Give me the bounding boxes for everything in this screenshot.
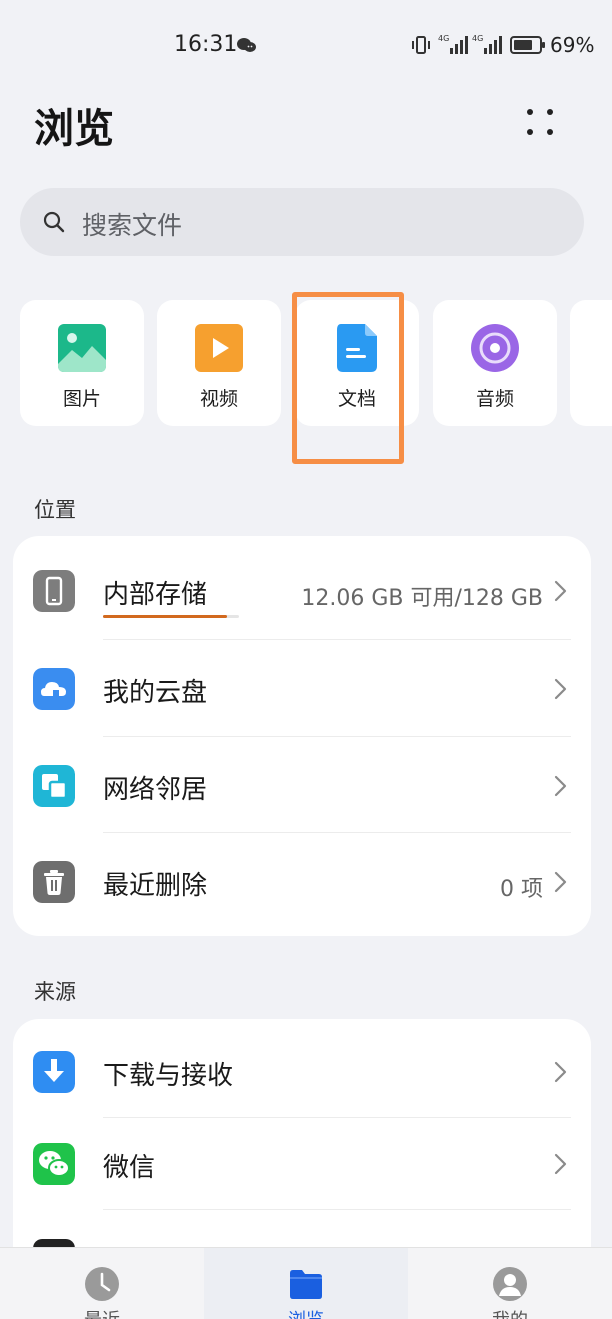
list-item-label: 下载与接收 (103, 1061, 234, 1091)
wechat-icon (33, 1143, 75, 1185)
nav-mine[interactable]: 我的 (408, 1248, 612, 1319)
folder-icon (290, 1270, 322, 1299)
divider (103, 1209, 571, 1210)
category-more[interactable] (570, 300, 612, 426)
chevron-right-icon (554, 678, 567, 700)
category-videos[interactable]: 视频 (157, 300, 281, 426)
nav-label: 我的 (408, 1306, 612, 1319)
category-label: 文档 (337, 388, 376, 410)
download-icon (33, 1051, 75, 1093)
list-item-wechat[interactable]: 微信 (13, 1115, 591, 1211)
chevron-right-icon (554, 580, 567, 602)
trash-icon (33, 861, 75, 903)
search-input[interactable]: 搜索文件 (20, 188, 584, 256)
chevron-right-icon (554, 775, 567, 797)
vibrate-icon (412, 36, 430, 54)
more-dots-icon[interactable] (518, 100, 562, 144)
nav-label: 浏览 (204, 1306, 408, 1319)
list-item-recently-deleted[interactable]: 最近删除 0 项 (13, 833, 591, 929)
search-icon (43, 211, 65, 233)
deleted-count: 0 项 (500, 877, 543, 902)
list-item-label: 微信 (103, 1153, 156, 1183)
page-title: 浏览 (34, 106, 114, 152)
category-label: 音频 (475, 388, 514, 410)
storage-capacity: 12.06 GB 可用/128 GB (301, 586, 543, 611)
search-placeholder: 搜索文件 (82, 211, 183, 240)
battery-percentage: 69% (550, 33, 595, 57)
category-label: 图片 (62, 388, 101, 410)
list-item-my-cloud[interactable]: 我的云盘 (13, 640, 591, 736)
video-icon (195, 324, 243, 372)
list-item-label: 最近删除 (103, 871, 208, 901)
audio-icon (471, 324, 519, 372)
list-item-label: 内部存储 (103, 580, 208, 610)
status-time: 16:31 (174, 32, 238, 57)
category-documents[interactable]: 文档 (295, 300, 419, 426)
image-icon (58, 324, 106, 372)
signal-4g-icon: 4G (472, 34, 502, 54)
nav-label: 最近 (0, 1306, 204, 1319)
category-images[interactable]: 图片 (20, 300, 144, 426)
list-item-downloads[interactable]: 下载与接收 (13, 1023, 591, 1119)
svg-text:4G: 4G (472, 34, 483, 43)
storage-usage-fill (103, 615, 227, 618)
signal-4g-icon: 4G (438, 34, 468, 54)
clock-icon (85, 1267, 119, 1301)
category-audio[interactable]: 音频 (433, 300, 557, 426)
document-icon (337, 324, 377, 372)
list-item-internal-storage[interactable]: 内部存储 12.06 GB 可用/128 GB (13, 542, 591, 638)
bottom-navigation: 最近 浏览 我的 (0, 1247, 612, 1319)
wechat-icon (237, 38, 256, 52)
list-item-network-neighborhood[interactable]: 网络邻居 (13, 737, 591, 833)
svg-text:4G: 4G (438, 34, 449, 43)
section-title-source: 来源 (34, 980, 76, 1004)
nav-recent[interactable]: 最近 (0, 1248, 204, 1319)
chevron-right-icon (554, 871, 567, 893)
list-item-label: 网络邻居 (103, 775, 208, 805)
status-bar: 16:31 4G 4G 69% (0, 0, 612, 90)
chevron-right-icon (554, 1153, 567, 1175)
storage-usage-bar (103, 615, 239, 618)
list-item-label: 我的云盘 (103, 678, 208, 708)
category-row: 图片 视频 文档 音频 (0, 300, 612, 430)
cloud-icon (33, 668, 75, 710)
phone-storage-icon (33, 570, 75, 612)
person-icon (493, 1267, 527, 1301)
chevron-right-icon (554, 1061, 567, 1083)
network-icon (33, 765, 75, 807)
file-manager-browse-screen: 16:31 4G 4G 69% 浏览 搜索文件 图片 视频 文档 音频 位置 内… (0, 0, 612, 1319)
location-list: 内部存储 12.06 GB 可用/128 GB 我的云盘 网络邻居 最近删除 0… (13, 536, 591, 936)
battery-icon (510, 36, 545, 54)
category-label: 视频 (199, 388, 238, 410)
nav-browse[interactable]: 浏览 (204, 1248, 408, 1319)
section-title-location: 位置 (34, 498, 76, 522)
